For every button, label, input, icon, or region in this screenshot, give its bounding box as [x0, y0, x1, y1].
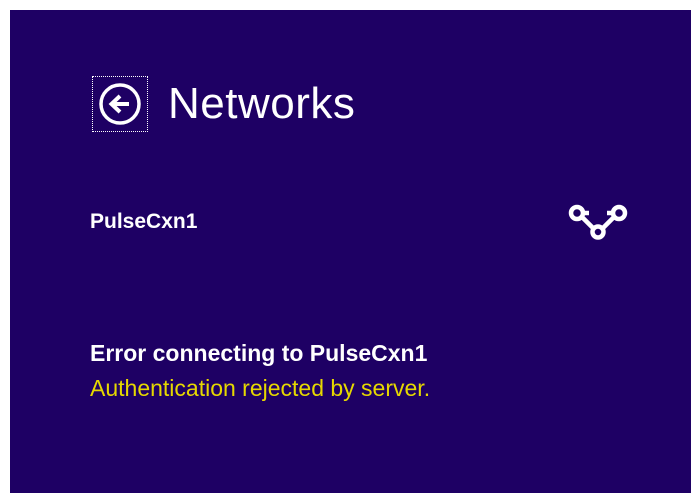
networks-panel: Networks PulseCxn1 Error connecting to P…	[10, 10, 691, 493]
network-item-pulsecxn1[interactable]: PulseCxn1	[90, 202, 630, 242]
back-arrow-icon	[98, 82, 142, 126]
back-button[interactable]	[92, 76, 148, 132]
network-name: PulseCxn1	[90, 210, 198, 233]
connection-error: Error connecting to PulseCxn1 Authentica…	[90, 336, 430, 405]
error-detail: Authentication rejected by server.	[90, 374, 431, 401]
vpn-link-icon	[566, 202, 630, 242]
page-title: Networks	[168, 79, 356, 128]
panel-header: Networks	[92, 72, 355, 136]
error-title: Error connecting to PulseCxn1	[90, 340, 428, 366]
